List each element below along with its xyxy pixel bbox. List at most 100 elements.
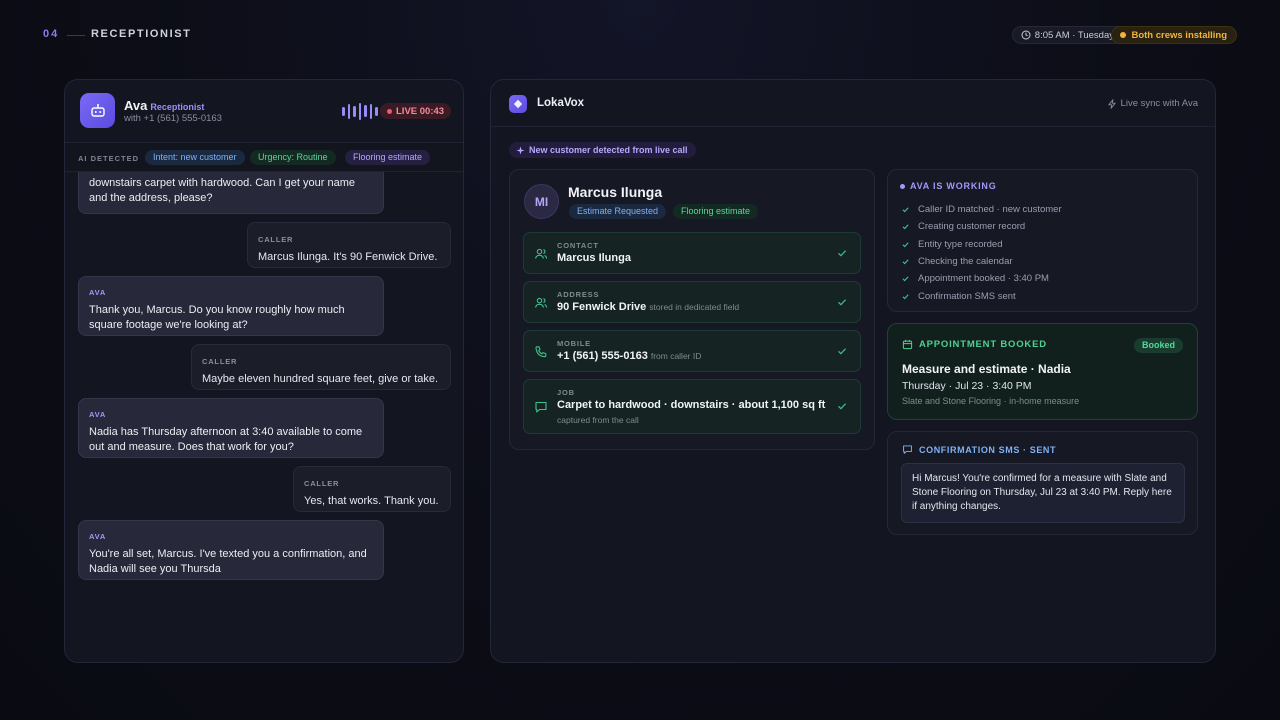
working-step: Appointment booked · 3:40 PM xyxy=(901,270,1062,287)
check-icon xyxy=(902,242,909,248)
new-customer-banner: New customer detected from live call xyxy=(509,142,696,158)
check-icon xyxy=(838,250,847,257)
message-caller: CALLER Marcus Ilunga. It's 90 Fenwick Dr… xyxy=(247,222,451,268)
users-icon xyxy=(535,248,548,259)
topic-chip: Flooring estimate xyxy=(345,150,431,165)
status-label: Both crews installing xyxy=(1131,29,1227,41)
phone-icon xyxy=(535,346,547,358)
working-step: Entity type recorded xyxy=(901,236,1062,253)
appointment-time: Thursday · Jul 23 · 3:40 PM xyxy=(902,380,1032,392)
booked-badge: Booked xyxy=(1133,338,1183,353)
speaker-label: CALLER xyxy=(202,357,238,366)
transcript[interactable]: downstairs carpet with hardwood. Can I g… xyxy=(65,172,463,662)
field-label: MOBILE xyxy=(557,339,591,348)
appointment-title: APPOINTMENT BOOKED xyxy=(902,339,1047,350)
field-value: Carpet to hardwood · downstairs · about … xyxy=(557,399,825,411)
message-text: Nadia has Thursday afternoon at 3:40 ava… xyxy=(89,426,363,453)
call-panel: Ava Receptionist with +1 (561) 555-0163 L… xyxy=(64,79,464,663)
field-value: 90 Fenwick Drive stored in dedicated fiel… xyxy=(557,301,739,313)
calendar-icon xyxy=(902,339,913,350)
message-caller: CALLER Yes, that works. Thank you. xyxy=(293,466,451,512)
waveform-icon xyxy=(342,102,378,120)
live-timer: LIVE 00:43 xyxy=(396,105,445,117)
clock-icon xyxy=(1021,30,1031,40)
message-ava: AVA You're all set, Marcus. I've texted … xyxy=(78,520,384,580)
agent-name-text: Ava xyxy=(124,98,148,113)
appointment-location: Slate and Stone Flooring · in-home measu… xyxy=(902,396,1080,406)
top-bar: 04 RECEPTIONIST 8:05 AM · Tuesday Both c… xyxy=(43,26,1237,44)
check-icon xyxy=(902,294,909,299)
lokavox-logo-icon xyxy=(509,95,527,113)
field-value-text: Marcus Ilunga xyxy=(557,252,631,264)
ai-detected-bar: AI DETECTED Intent: new customer Urgency… xyxy=(65,142,463,172)
address-field[interactable]: ADDRESS 90 Fenwick Drive stored in dedica… xyxy=(523,281,861,323)
working-step: Caller ID matched · new customer xyxy=(901,201,1062,218)
message-ava: downstairs carpet with hardwood. Can I g… xyxy=(78,172,384,214)
field-label: JOB xyxy=(557,388,575,397)
field-label: ADDRESS xyxy=(557,290,600,299)
check-icon xyxy=(838,403,847,410)
field-value: +1 (561) 555-0163 from caller ID xyxy=(557,350,701,362)
lightning-icon xyxy=(1107,98,1116,109)
working-step: Confirmation SMS sent xyxy=(901,287,1062,304)
message-text: Maybe eleven hundred square feet, give o… xyxy=(202,373,439,385)
section-title: RECEPTIONIST xyxy=(91,28,192,40)
status-pill: Both crews installing xyxy=(1111,26,1237,44)
check-icon xyxy=(902,276,909,282)
appointment-title-text: APPOINTMENT BOOKED xyxy=(919,339,1047,350)
step-label: Entity type recorded xyxy=(918,238,1003,250)
step-label: Confirmation SMS sent xyxy=(918,290,1016,302)
working-steps: Caller ID matched · new customer Creatin… xyxy=(901,201,1062,305)
crm-header: LokaVox Live sync with Ava xyxy=(491,80,1215,127)
sms-title: CONFIRMATION SMS · SENT xyxy=(902,444,1056,455)
ai-detected-label: AI DETECTED xyxy=(78,154,140,163)
new-customer-label: New customer detected from live call xyxy=(529,145,688,155)
divider xyxy=(67,35,85,36)
check-icon xyxy=(838,348,847,355)
appointment-card[interactable]: APPOINTMENT BOOKED Booked Measure and es… xyxy=(887,323,1198,420)
job-field[interactable]: JOB Carpet to hardwood · downstairs · ab… xyxy=(523,379,861,434)
sms-card: CONFIRMATION SMS · SENT Hi Marcus! You'r… xyxy=(887,431,1198,535)
time-label: 8:05 AM · Tuesday xyxy=(1034,29,1114,41)
customer-avatar: MI xyxy=(524,184,559,219)
speaker-label: AVA xyxy=(89,410,107,419)
users-icon xyxy=(535,297,548,308)
call-header: Ava Receptionist with +1 (561) 555-0163 L… xyxy=(65,80,463,142)
estimate-requested-chip: Estimate Requested xyxy=(569,204,667,219)
mobile-field[interactable]: MOBILE +1 (561) 555-0163 from caller ID xyxy=(523,330,861,372)
working-dot-icon xyxy=(900,183,905,189)
message-text: You're all set, Marcus. I've texted you … xyxy=(89,548,367,575)
sync-status: Live sync with Ava xyxy=(1107,98,1198,109)
message-ava: AVA Nadia has Thursday afternoon at 3:40… xyxy=(78,398,384,458)
speaker-label: CALLER xyxy=(258,235,294,244)
check-icon xyxy=(902,207,909,213)
field-label: CONTACT xyxy=(557,241,599,250)
check-icon xyxy=(902,259,909,265)
speaker-label: CALLER xyxy=(304,479,340,488)
intent-chip: Intent: new customer xyxy=(145,150,245,165)
app-name: LokaVox xyxy=(537,97,585,109)
message-icon xyxy=(903,445,912,454)
message-text: Marcus Ilunga. It's 90 Fenwick Drive. xyxy=(258,251,438,263)
ava-working-title: AVA IS WORKING xyxy=(900,181,997,191)
message-text: downstairs carpet with hardwood. Can I g… xyxy=(89,177,355,204)
agent-role: Receptionist xyxy=(150,102,205,112)
message-ava: AVA Thank you, Marcus. Do you know rough… xyxy=(78,276,384,336)
crm-panel: LokaVox Live sync with Ava New customer … xyxy=(490,79,1216,663)
field-value-text: +1 (561) 555-0163 xyxy=(557,350,648,362)
appointment-headline: Measure and estimate · Nadia xyxy=(902,362,1071,376)
field-value-text: 90 Fenwick Drive xyxy=(557,301,647,313)
step-label: Caller ID matched · new customer xyxy=(918,204,1062,216)
customer-card: MI Marcus Ilunga Estimate Requested Floo… xyxy=(509,169,875,450)
working-step: Creating customer record xyxy=(901,218,1062,235)
speaker-label: AVA xyxy=(89,532,107,541)
sms-title-text: CONFIRMATION SMS · SENT xyxy=(919,444,1057,455)
status-dot-icon xyxy=(1120,32,1127,38)
check-icon xyxy=(902,224,909,230)
message-text: Yes, that works. Thank you. xyxy=(304,495,439,507)
robot-icon xyxy=(80,93,115,128)
field-value: Marcus Ilunga xyxy=(557,252,631,264)
contact-field[interactable]: CONTACT Marcus Ilunga xyxy=(523,232,861,274)
field-source: captured from the call xyxy=(557,415,639,425)
urgency-chip: Urgency: Routine xyxy=(250,150,336,165)
